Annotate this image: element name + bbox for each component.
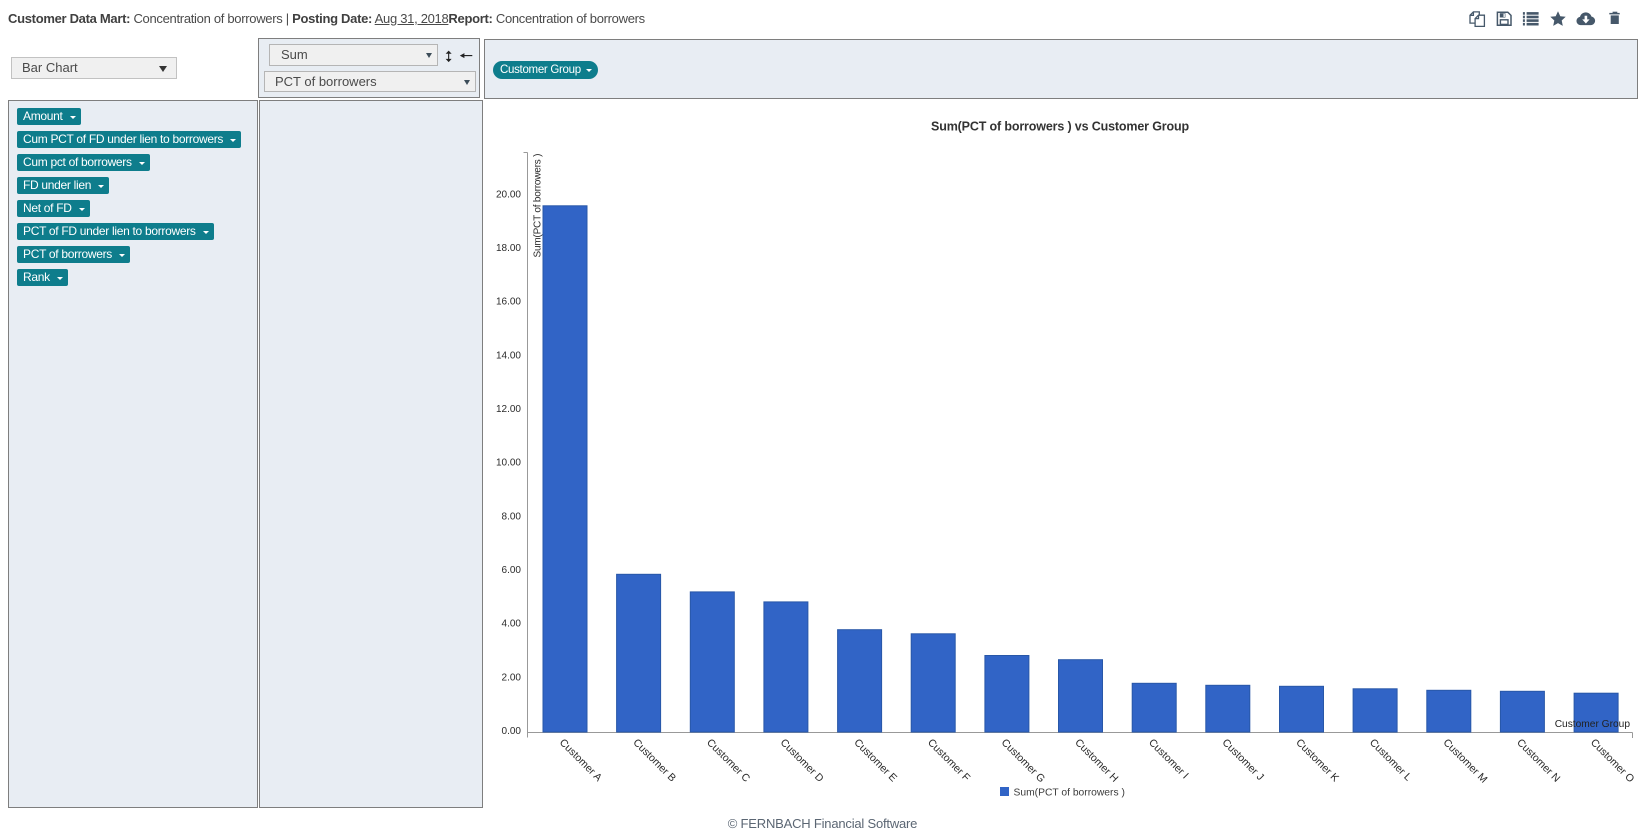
svg-text:Customer I: Customer I: [1146, 737, 1191, 782]
svg-text:Customer K: Customer K: [1293, 737, 1341, 785]
svg-text:14.00: 14.00: [496, 350, 521, 361]
svg-text:Customer B: Customer B: [630, 737, 678, 785]
svg-text:20.00: 20.00: [496, 189, 521, 200]
svg-text:Customer E: Customer E: [851, 737, 899, 785]
svg-text:8.00: 8.00: [502, 511, 522, 522]
svg-text:Customer C: Customer C: [704, 737, 752, 785]
svg-text:Sum(PCT of borrowers ): Sum(PCT of borrowers ): [1014, 788, 1125, 799]
svg-text:Customer J: Customer J: [1220, 737, 1266, 783]
svg-text:16.00: 16.00: [496, 297, 521, 308]
svg-text:10.00: 10.00: [496, 458, 521, 469]
svg-text:Customer Group: Customer Group: [1555, 719, 1631, 730]
svg-text:Customer A: Customer A: [557, 737, 604, 784]
svg-text:6.00: 6.00: [502, 565, 522, 576]
svg-text:Customer L: Customer L: [1367, 737, 1414, 784]
svg-text:2.00: 2.00: [502, 672, 522, 683]
svg-text:Customer M: Customer M: [1441, 737, 1490, 786]
svg-text:Sum(PCT of borrowers ): Sum(PCT of borrowers ): [533, 154, 544, 258]
svg-text:Customer G: Customer G: [999, 737, 1048, 786]
svg-text:12.00: 12.00: [496, 404, 521, 415]
svg-text:Sum(PCT of borrowers ) vs Cust: Sum(PCT of borrowers ) vs Customer Group: [931, 120, 1189, 134]
svg-text:4.00: 4.00: [502, 619, 522, 630]
svg-text:Customer F: Customer F: [925, 737, 972, 784]
svg-text:Customer D: Customer D: [778, 737, 826, 785]
svg-text:0.00: 0.00: [502, 726, 522, 737]
svg-text:Customer O: Customer O: [1588, 737, 1637, 786]
svg-text:Customer H: Customer H: [1072, 737, 1120, 785]
svg-text:18.00: 18.00: [496, 243, 521, 254]
svg-text:Customer N: Customer N: [1514, 737, 1562, 785]
